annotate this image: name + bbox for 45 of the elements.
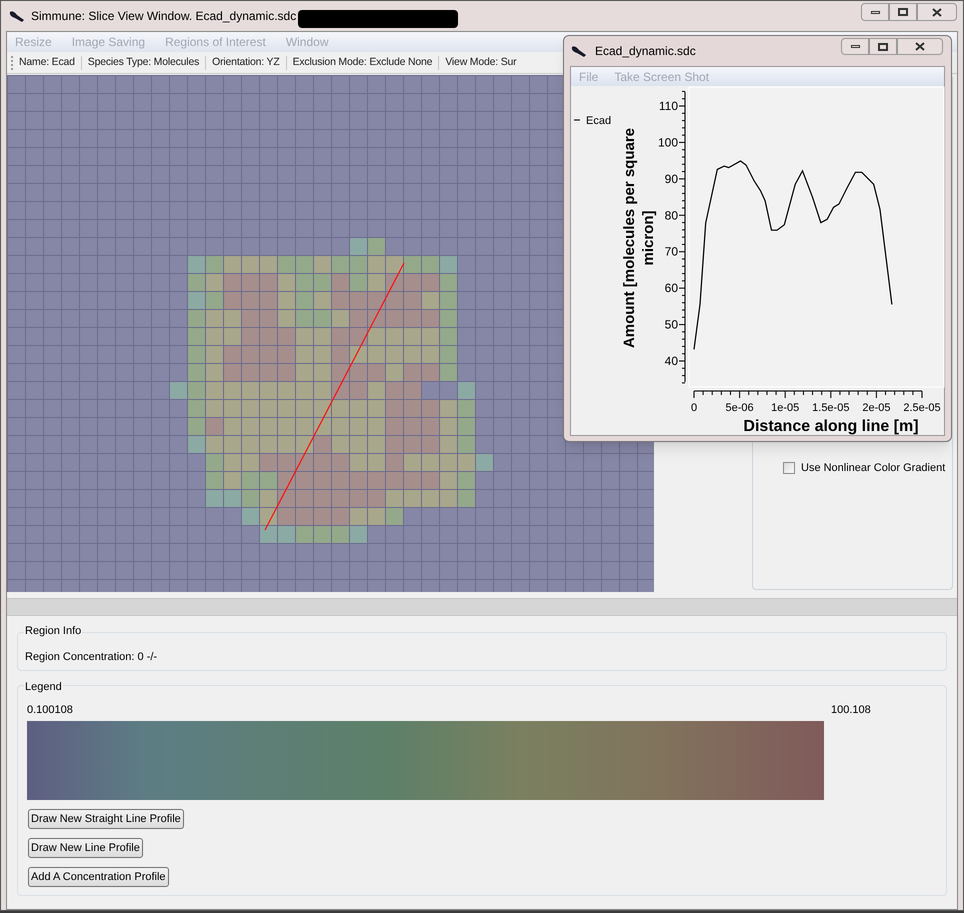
app-logo-icon (9, 10, 25, 22)
checkbox[interactable] (783, 462, 795, 474)
y-tick-label: 110 (658, 99, 678, 113)
checkbox-label: Use Nonlinear Color Gradient (801, 461, 946, 476)
maximize-button[interactable] (869, 38, 897, 55)
y-axis-title: Amount [molecules per square micron] (621, 128, 657, 348)
y-tick-label: 70 (664, 244, 678, 259)
group-title: Legend (24, 679, 63, 696)
profile-button[interactable]: Draw New Line Profile (28, 838, 143, 858)
minimize-button[interactable] (861, 3, 889, 21)
y-tick-label: 90 (664, 172, 678, 186)
y-tick-label: 100 (658, 135, 678, 150)
close-button[interactable] (917, 3, 957, 21)
y-tick-label: 50 (664, 318, 678, 332)
window-title: Simmune: Slice View Window. Ecad_dynamic.sdc (31, 8, 296, 25)
y-tick-label: 40 (664, 354, 678, 368)
x-tick-label: 1e-05 (771, 402, 800, 414)
window-title: Ecad_dynamic.sdc (595, 43, 696, 60)
region-concentration: Region Concentration: 0 -/- (25, 650, 158, 665)
toolbar-label: Species Type: Molecules (88, 54, 200, 70)
minimize-button[interactable] (841, 38, 869, 55)
legend-min-value: 0.100108 (27, 703, 73, 718)
legend-max-value: 100.108 (831, 703, 871, 718)
x-tick-label: 0 (690, 402, 698, 414)
x-tick-label: 2.5e-05 (903, 402, 941, 414)
x-tick-label: 2e-05 (862, 402, 890, 414)
y-tick-label: 80 (664, 208, 678, 222)
app-logo-icon (571, 45, 587, 57)
toolbar-label: Exclusion Mode: Exclude None (292, 54, 432, 70)
toolbar-label: View Mode: Sur (445, 54, 516, 70)
profile-button[interactable]: Add A Concentration Profile (28, 867, 169, 887)
toolbar-label: Orientation: YZ (212, 54, 280, 70)
toolbar-label: Name: Ecad (19, 54, 75, 70)
legend-label: Ecad (586, 115, 612, 127)
maximize-button[interactable] (889, 3, 917, 21)
close-button[interactable] (897, 38, 943, 55)
y-tick-label: 60 (664, 281, 678, 296)
x-axis-title: Distance along line [m] (743, 418, 919, 435)
close-icon (915, 42, 925, 51)
x-tick-label: 5e-06 (726, 402, 754, 414)
group-title: Region Info (24, 623, 82, 640)
toolbar-grip-icon[interactable] (11, 56, 15, 70)
profile-button[interactable]: Draw New Straight Line Profile (28, 809, 184, 829)
close-icon (932, 8, 942, 16)
x-tick-label: 1.5e-05 (812, 402, 850, 414)
